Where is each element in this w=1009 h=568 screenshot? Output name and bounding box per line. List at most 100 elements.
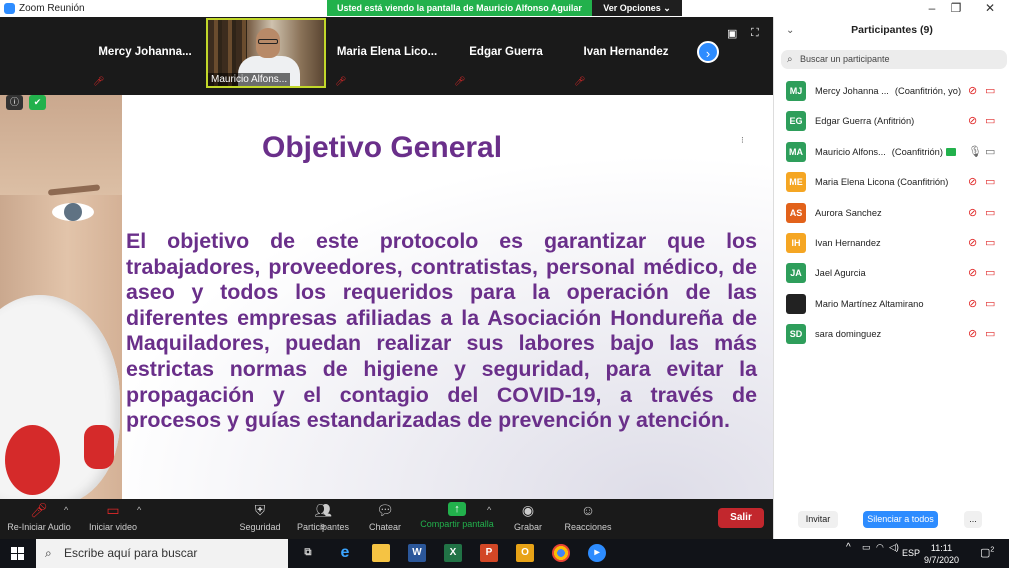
more-options-button[interactable]: ... — [964, 511, 982, 528]
participant-name-text: Aurora Sanchez — [815, 207, 882, 218]
muted-mic-icon[interactable]: ⊘ — [968, 266, 977, 279]
chat-button[interactable]: 💬︎ Chatear — [365, 502, 405, 532]
unmute-audio-button[interactable]: 🎤︎ Re-Iniciar Audio — [6, 502, 72, 532]
panel-title: Participantes (9) — [851, 24, 933, 36]
video-tile[interactable]: Mercy Johanna... 🎤︎ — [87, 19, 203, 87]
muted-mic-icon[interactable]: ⊘ — [968, 84, 977, 97]
leave-meeting-button[interactable]: Salir — [718, 508, 764, 528]
shared-screen: ⓘ ✔ Objetivo General ⁝ El objetivo de es… — [0, 95, 773, 499]
search-icon: ⌕ — [787, 54, 793, 65]
participant-name-text: Edgar Guerra (Anfitrión) — [815, 116, 915, 127]
participant-row[interactable]: MJ Mercy Johanna ... (Coanfitrión, yo) ⊘ ▭ — [774, 78, 1009, 108]
camera-off-icon[interactable]: ▭ — [985, 206, 995, 219]
participant-name: Aurora Sanchez — [815, 208, 882, 218]
participant-row[interactable]: EG Edgar Guerra (Anfitrión) ⊘ ▭ — [774, 108, 1009, 138]
muted-mic-icon: 🎤︎ — [454, 76, 466, 86]
powerpoint-app-icon[interactable]: P — [480, 544, 498, 562]
mute-all-button[interactable]: Silenciar a todos — [863, 511, 938, 528]
windows-start-icon[interactable] — [11, 547, 24, 560]
taskbar-search-input[interactable]: ⌕ Escribe aquí para buscar — [36, 539, 288, 568]
zoom-taskbar-icon[interactable]: ▸ — [588, 544, 606, 562]
muted-mic-icon[interactable]: ⊘ — [968, 236, 977, 249]
share-options-caret[interactable]: ^ — [487, 505, 491, 515]
audio-label: Re-Iniciar Audio — [7, 522, 71, 532]
video-tile-active[interactable]: Mauricio Alfons... — [206, 18, 326, 88]
participant-row[interactable]: MA Mauricio Alfons... (Coanfitrión) 🎙︎ ▭ — [774, 139, 1009, 169]
muted-mic-icon[interactable]: ⊘ — [968, 114, 977, 127]
camera-off-icon[interactable]: ▭ — [985, 327, 995, 340]
volume-icon[interactable]: ◁) — [889, 542, 899, 553]
participant-search-input[interactable]: ⌕ Buscar un participante — [781, 50, 1007, 69]
avatar: ME — [786, 172, 806, 193]
mic-icon[interactable]: 🎙︎ — [968, 145, 982, 158]
participant-row[interactable]: AS Aurora Sanchez ⊘ ▭ — [774, 200, 1009, 230]
security-button[interactable]: ⛨ Seguridad — [238, 502, 282, 532]
chrome-browser-icon[interactable] — [552, 544, 570, 562]
input-language[interactable]: ESP — [902, 548, 920, 558]
participant-row[interactable]: Mario Martínez Altamirano ⊘ ▭ — [774, 291, 1009, 321]
participant-row[interactable]: ME Maria Elena Licona (Coanfitrión) ⊘ ▭ — [774, 169, 1009, 199]
camera-off-icon[interactable]: ▭ — [985, 236, 995, 249]
camera-icon[interactable]: ▭ — [985, 145, 995, 158]
video-tile[interactable]: Ivan Hernandez 🎤︎ — [568, 19, 684, 87]
participant-name-text: Mercy Johanna ... — [815, 86, 889, 96]
avatar: SD — [786, 324, 806, 345]
next-page-button[interactable]: › — [697, 41, 719, 63]
invite-button[interactable]: Invitar — [798, 511, 838, 528]
excel-app-icon[interactable]: X — [444, 544, 462, 562]
tray-expand-icon[interactable]: ^ — [846, 542, 851, 553]
layout-toggle-icon[interactable]: ▣ — [727, 27, 737, 40]
fullscreen-icon[interactable]: ⛶ — [751, 27, 759, 40]
restore-button[interactable]: ❐ — [946, 1, 966, 15]
participant-role: (Coanfitrión) — [891, 146, 943, 157]
reactions-button[interactable]: ☺ Reacciones — [564, 502, 612, 532]
camera-off-icon[interactable]: ▭ — [985, 266, 995, 279]
encryption-shield-icon[interactable]: ✔ — [29, 95, 46, 110]
notifications-icon[interactable]: ▢2 — [980, 546, 994, 559]
avatar: MJ — [786, 81, 806, 101]
participant-name: Jael Agurcia — [815, 268, 866, 278]
iris — [64, 203, 82, 221]
search-icon: ⌕ — [45, 546, 52, 560]
participants-button[interactable]: 👥︎9 Participantes — [294, 502, 352, 532]
record-button[interactable]: ◉ Grabar — [511, 502, 545, 532]
video-tile[interactable]: Maria Elena Lico... 🎤︎ — [329, 19, 445, 87]
muted-mic-icon[interactable]: ⊘ — [968, 175, 977, 188]
reactions-label: Reacciones — [564, 522, 612, 532]
network-icon[interactable]: ◠ — [876, 542, 884, 553]
muted-mic-icon[interactable]: ⊘ — [968, 327, 977, 340]
start-video-button[interactable]: ▭ Iniciar video — [84, 502, 142, 532]
muted-mic-icon[interactable]: ⊘ — [968, 297, 977, 310]
participant-row[interactable]: SD sara dominguez ⊘ ▭ — [774, 321, 1009, 351]
video-options-caret[interactable]: ^ — [137, 505, 141, 515]
window-title: Zoom Reunión — [19, 3, 85, 14]
camera-off-icon[interactable]: ▭ — [985, 114, 995, 127]
close-button[interactable]: ✕ — [980, 1, 1000, 15]
taskbar-clock[interactable]: 11:11 9/7/2020 — [924, 542, 959, 566]
file-explorer-icon[interactable] — [372, 544, 390, 562]
camera-off-icon[interactable]: ▭ — [985, 84, 995, 97]
outlook-app-icon[interactable]: O — [516, 544, 534, 562]
participant-row[interactable]: IH Ivan Hernandez ⊘ ▭ — [774, 230, 1009, 260]
tile-name: Mercy Johanna... — [98, 46, 192, 58]
camera-off-icon[interactable]: ▭ — [985, 297, 995, 310]
muted-mic-icon[interactable]: ⊘ — [968, 206, 977, 219]
participant-row[interactable]: JA Jael Agurcia ⊘ ▭ — [774, 260, 1009, 290]
view-options-button[interactable]: Ver Opciones ⌄ — [592, 0, 682, 16]
share-screen-button[interactable]: ↑ Compartir pantalla — [418, 502, 496, 529]
minimize-button[interactable]: – — [922, 1, 942, 15]
task-view-icon[interactable]: ⧉ — [299, 544, 317, 562]
video-tile[interactable]: Edgar Guerra 🎤︎ — [448, 19, 564, 87]
avatar: MA — [786, 141, 806, 162]
avatar: IH — [786, 232, 806, 253]
audio-options-caret[interactable]: ^ — [64, 505, 68, 515]
participants-label: Participantes — [296, 522, 350, 532]
edge-browser-icon[interactable]: e — [336, 544, 354, 562]
windows-taskbar: ⌕ Escribe aquí para buscar ⧉ e W X P O ▸… — [0, 539, 1009, 568]
shield-icon: ⛨ — [254, 502, 266, 518]
info-icon[interactable]: ⓘ — [6, 95, 23, 110]
word-app-icon[interactable]: W — [408, 544, 426, 562]
battery-icon[interactable]: ▭ — [862, 542, 871, 553]
participant-role: (Coanfitrión, yo) — [894, 86, 962, 96]
camera-off-icon[interactable]: ▭ — [985, 175, 995, 188]
